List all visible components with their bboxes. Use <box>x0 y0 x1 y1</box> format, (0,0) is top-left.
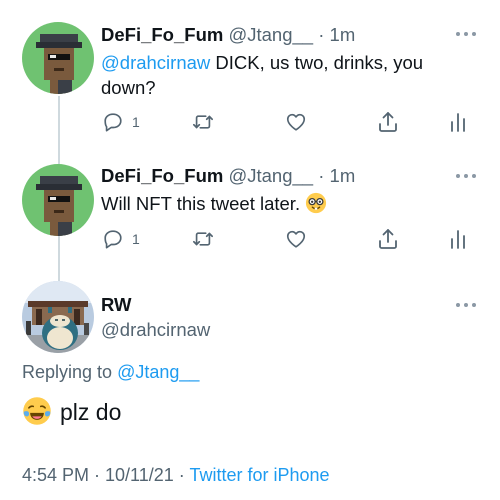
more-options-icon[interactable] <box>456 31 478 37</box>
main-tweet-text: plz do <box>22 396 121 428</box>
author-name[interactable]: DeFi_Fo_Fum <box>101 165 223 186</box>
heart-icon <box>286 113 306 131</box>
analytics-button[interactable] <box>449 110 467 134</box>
share-button[interactable] <box>376 110 400 134</box>
author-name[interactable]: RW <box>101 294 132 316</box>
thread-line-1 <box>58 96 60 170</box>
author-name[interactable]: DeFi_Fo_Fum <box>101 24 223 45</box>
avatar[interactable] <box>22 22 94 94</box>
author-handle[interactable]: @Jtang__ <box>228 165 313 186</box>
reply-count: 1 <box>132 231 140 247</box>
tweet-header: DeFi_Fo_Fum @Jtang__ · 1m <box>101 165 355 187</box>
reply-icon <box>104 113 122 132</box>
share-icon <box>379 229 397 249</box>
tweet-time[interactable]: 1m <box>330 165 356 186</box>
avatar[interactable] <box>22 164 94 236</box>
analytics-icon <box>451 113 465 132</box>
heart-icon <box>286 230 306 248</box>
replying-prefix: Replying to <box>22 362 113 382</box>
tweet-timestamp[interactable]: 4:54 PM · 10/11/21 <box>22 465 174 485</box>
author-handle[interactable]: @Jtang__ <box>228 24 313 45</box>
reply-button[interactable]: 1 <box>102 228 140 250</box>
more-options-icon[interactable] <box>456 173 478 179</box>
tweet-text-content: Will NFT this tweet later. <box>101 193 301 214</box>
tweet-text: Will NFT this tweet later. <box>101 191 327 216</box>
analytics-button[interactable] <box>449 227 467 251</box>
analytics-icon <box>451 230 465 249</box>
separator-dot: · <box>178 465 185 485</box>
mention-link[interactable]: @drahcirnaw <box>101 52 210 73</box>
replying-to: Replying to @Jtang__ <box>22 362 199 383</box>
share-button[interactable] <box>376 227 400 251</box>
author-handle[interactable]: @drahcirnaw <box>101 319 210 341</box>
share-icon <box>379 112 397 132</box>
retweet-button[interactable] <box>191 228 215 250</box>
avatar[interactable] <box>22 281 94 353</box>
reply-button[interactable]: 1 <box>102 111 140 133</box>
reply-icon <box>104 230 122 249</box>
like-button[interactable] <box>285 228 307 250</box>
tweet-time[interactable]: 1m <box>330 24 356 45</box>
separator-dot: · <box>318 24 325 45</box>
nerd-face-emoji-icon <box>306 192 327 214</box>
separator-dot: · <box>318 165 325 186</box>
retweet-icon <box>193 232 213 246</box>
retweet-button[interactable] <box>191 111 215 133</box>
replying-to-link[interactable]: @Jtang__ <box>117 362 199 382</box>
reply-count: 1 <box>132 114 140 130</box>
tweet-header: DeFi_Fo_Fum @Jtang__ · 1m <box>101 24 355 46</box>
tweet-text: @drahcirnaw DICK, us two, drinks, you do… <box>101 50 461 100</box>
thread-line-2 <box>58 236 60 284</box>
tears-of-joy-emoji-icon <box>23 397 51 425</box>
more-options-icon[interactable] <box>456 302 478 308</box>
like-button[interactable] <box>285 111 307 133</box>
tweet-meta: 4:54 PM · 10/11/21 · Twitter for iPhone <box>22 465 330 486</box>
retweet-icon <box>193 115 213 129</box>
main-tweet-text-content: plz do <box>60 399 122 425</box>
client-link[interactable]: Twitter for iPhone <box>189 465 329 485</box>
